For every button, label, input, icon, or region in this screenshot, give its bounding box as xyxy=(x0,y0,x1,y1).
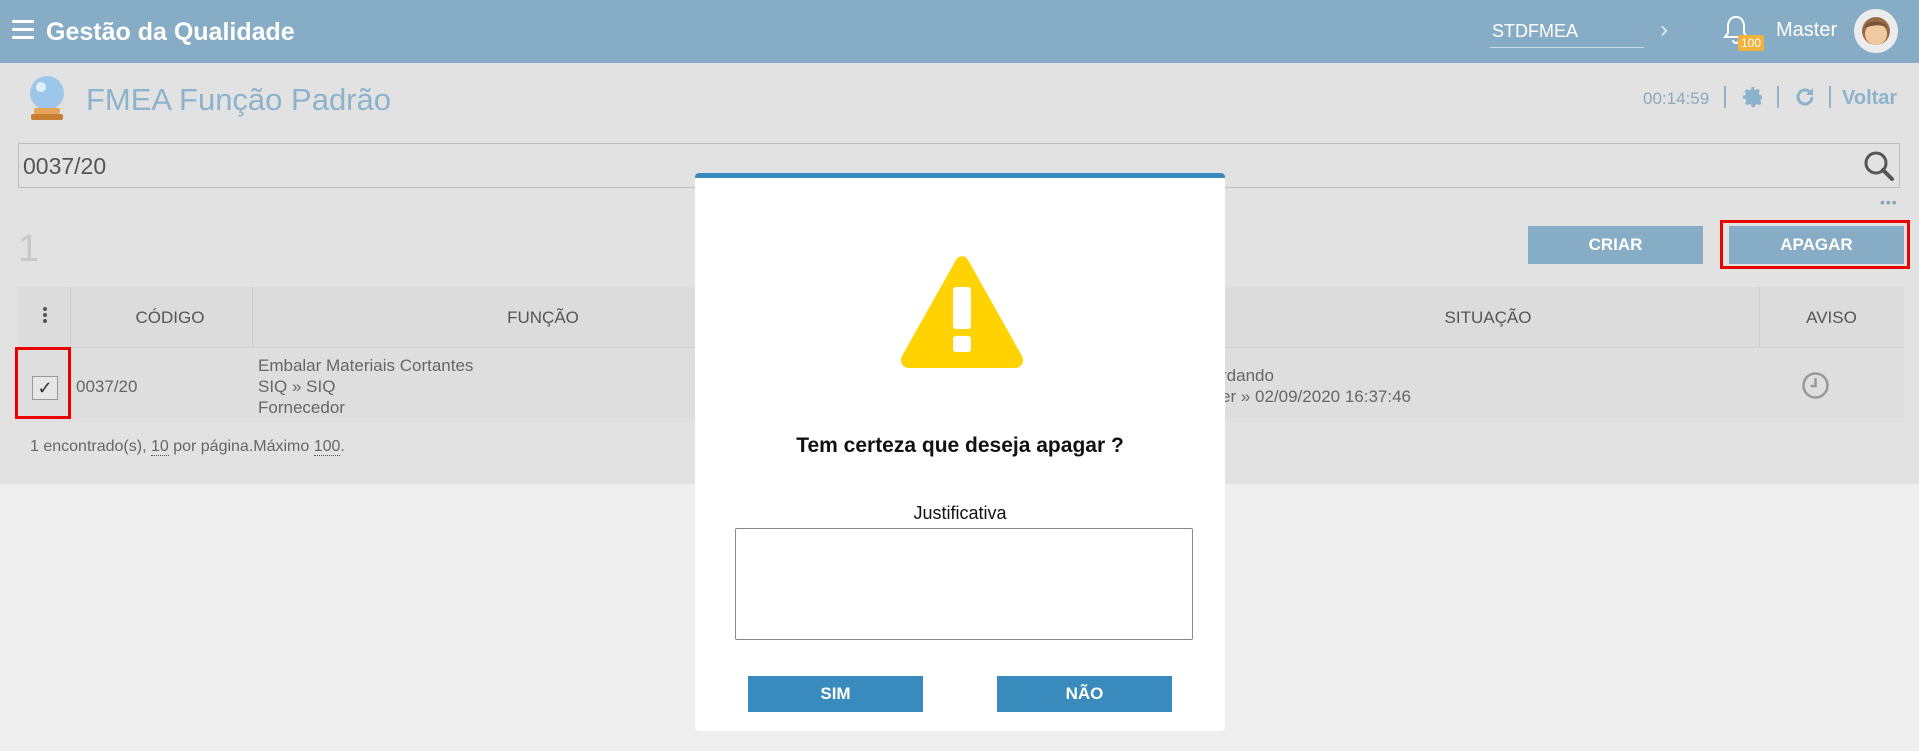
row-status: rdando xyxy=(1221,366,1274,385)
module-selector[interactable]: STDFMEA xyxy=(1490,18,1644,48)
gear-icon[interactable] xyxy=(1741,85,1765,109)
session-timer: 00:14:59 xyxy=(1643,89,1710,108)
checkbox-highlight xyxy=(15,347,71,419)
create-button[interactable]: CRIAR xyxy=(1528,226,1703,264)
per-page-selector[interactable]: 10 xyxy=(150,438,169,456)
confirm-question: Tem certeza que deseja apagar ? xyxy=(796,434,1124,457)
more-options-icon[interactable]: ••• xyxy=(1880,194,1898,210)
chevron-right-icon[interactable]: › xyxy=(1660,16,1668,44)
justification-label: Justificativa xyxy=(913,503,1007,523)
results-count: 1 xyxy=(18,228,40,270)
column-options-icon[interactable] xyxy=(43,307,49,325)
clock-icon[interactable] xyxy=(1801,371,1830,400)
menu-icon[interactable] xyxy=(12,20,34,40)
footer-end: . xyxy=(340,438,345,455)
divider xyxy=(1829,86,1831,108)
yes-button[interactable]: SIM xyxy=(748,676,923,712)
user-name[interactable]: Master xyxy=(1776,19,1837,42)
delete-button-highlight xyxy=(1720,220,1910,269)
refresh-icon[interactable] xyxy=(1793,85,1817,109)
no-button[interactable]: NÃO xyxy=(997,676,1172,712)
notification-badge: 100 xyxy=(1738,35,1765,51)
confirm-delete-dialog: Tem certeza que deseja apagar ? Justific… xyxy=(695,173,1225,731)
per-page-text: por página.Máximo xyxy=(168,438,314,455)
max-selector[interactable]: 100 xyxy=(313,438,341,456)
warning-icon xyxy=(900,256,1024,368)
app-title: Gestão da Qualidade xyxy=(46,18,295,46)
crystal-ball-icon xyxy=(30,76,64,120)
row-status-detail: er » 02/09/2020 16:37:46 xyxy=(1221,387,1411,406)
header-warning[interactable]: AVISO xyxy=(1759,308,1904,328)
header-code[interactable]: CÓDIGO xyxy=(70,308,270,328)
row-function-path: SIQ » SIQ xyxy=(258,377,336,396)
row-code: 0037/20 xyxy=(76,377,138,396)
divider xyxy=(1777,86,1779,108)
top-bar: Gestão da Qualidade STDFMEA › 100 Master xyxy=(0,0,1919,63)
header-status[interactable]: SITUAÇÃO xyxy=(1198,308,1778,328)
page-title: FMEA Função Padrão xyxy=(86,82,391,117)
avatar[interactable] xyxy=(1854,9,1898,53)
divider xyxy=(1724,86,1726,108)
search-icon[interactable] xyxy=(1863,150,1895,182)
found-count-text: 1 encontrado(s), xyxy=(30,438,151,455)
row-function-name: Embalar Materiais Cortantes xyxy=(258,356,474,375)
back-link[interactable]: Voltar xyxy=(1842,87,1897,110)
justification-field[interactable] xyxy=(735,528,1193,640)
row-function-type: Fornecedor xyxy=(258,398,345,417)
